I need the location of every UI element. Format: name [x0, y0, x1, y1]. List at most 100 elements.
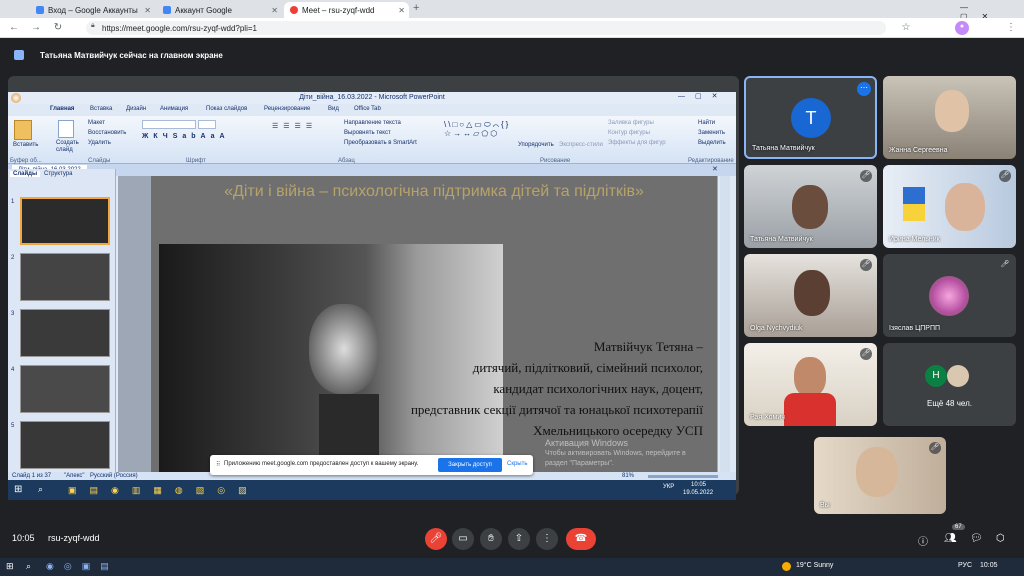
slide-canvas[interactable]: «Діти і війна – психологічна підтримка д… [151, 176, 717, 472]
avatar: T [791, 98, 831, 138]
ribbon-tab-animation[interactable]: Анимация [160, 106, 188, 112]
drag-handle-icon[interactable]: ⠿ [216, 461, 220, 468]
slide-number: 2 [11, 255, 15, 261]
new-tab-button[interactable]: + [413, 2, 419, 14]
info-icon[interactable]: ⓘ [918, 533, 928, 548]
close-icon[interactable]: ✕ [398, 6, 405, 15]
browser-tab[interactable]: Вход – Google Аккаунты ✕ [30, 2, 155, 18]
more-participants-tile[interactable]: Н Ещё 48 чел. [883, 343, 1016, 426]
weather-text[interactable]: 19°C Sunny [796, 562, 833, 569]
menu-icon[interactable]: ⋮ [1005, 22, 1017, 34]
ribbon-tab-slideshow[interactable]: Показ слайдов [206, 106, 247, 112]
forward-icon[interactable]: → [30, 22, 42, 34]
select-button[interactable]: Выделить [698, 140, 726, 146]
star-icon[interactable]: ☆ [900, 22, 912, 34]
smartart-button[interactable]: Преобразовать в SmartArt [344, 140, 417, 146]
ppt-window-controls[interactable]: —▢✕ [678, 92, 727, 100]
presenting-text: Татьяна Матвийчук сейчас на главном экра… [40, 50, 223, 60]
ribbon-tab-view[interactable]: Вид [328, 106, 339, 112]
ribbon-tab-home[interactable]: Главная [50, 106, 74, 112]
slide-thumbnail[interactable] [20, 309, 110, 357]
ppt-title: Діти_війна_16.03.2022 - Microsoft PowerP… [8, 92, 736, 104]
search-icon[interactable]: ⌕ [26, 561, 31, 572]
new-slide-icon[interactable] [58, 120, 74, 138]
font-format-buttons[interactable]: ЖКЧSabAaA [142, 133, 230, 140]
participant-name: Вы [820, 502, 830, 509]
pane-tab-outline[interactable]: Структура [44, 171, 72, 177]
text-direction-button[interactable]: Направление текста [344, 120, 401, 126]
chat-icon[interactable]: 💬︎ [970, 533, 983, 544]
raise-hand-button[interactable]: ✋︎ [480, 528, 502, 550]
shapes-gallery[interactable]: \\□○△▭⬭⌒{}☆→↔▱⬠⬡ [444, 120, 512, 148]
find-button[interactable]: Найти [698, 120, 715, 126]
layout-button[interactable]: Макет [88, 120, 105, 126]
slide-thumbnail[interactable] [20, 421, 110, 469]
camera-toggle-button[interactable]: ▭ [452, 528, 474, 550]
close-icon[interactable]: ✕ [712, 165, 718, 173]
more-options-icon[interactable]: ⋯ [857, 82, 871, 96]
slide-thumbnail[interactable] [20, 253, 110, 301]
zoom-level[interactable]: 81% [622, 473, 634, 479]
slide-thumbnail[interactable] [20, 365, 110, 413]
participant-tile[interactable]: T ⋯ Татьяна Матвийчук [744, 76, 877, 159]
slide-line: кандидат психологічних наук, доцент, [493, 381, 703, 396]
paragraph-buttons[interactable]: ☰☰☰☰ [272, 122, 317, 130]
delete-button[interactable]: Удалить [88, 140, 111, 146]
participant-tile[interactable]: 🎤︎ Ирина Мельник [883, 165, 1016, 248]
url-field[interactable]: 🔒︎ https://meet.google.com/rsu-zyqf-wdd?… [86, 21, 886, 35]
font-name-select[interactable] [142, 120, 196, 129]
more-options-button[interactable]: ⋮ [536, 528, 558, 550]
present-button[interactable]: ⇧ [508, 528, 530, 550]
mic-off-icon: 🎤︎ [860, 170, 872, 182]
ribbon-tab-design[interactable]: Дизайн [126, 106, 146, 112]
font-size-select[interactable] [198, 120, 216, 129]
activities-icon[interactable]: ⬡ [996, 533, 1005, 544]
reset-button[interactable]: Восстановить [88, 130, 126, 136]
taskbar-time: 10:05 [691, 482, 707, 488]
participant-tile[interactable]: 🎤︎ Рая Хомич [744, 343, 877, 426]
mic-toggle-button[interactable]: 🎤︎ [425, 528, 447, 550]
vertical-scrollbar[interactable] [720, 176, 730, 472]
ribbon-tab-officetab[interactable]: Office Tab [354, 106, 381, 112]
browser-tab[interactable]: Аккаунт Google ✕ [157, 2, 282, 18]
ribbon-tab-insert[interactable]: Вставка [90, 106, 112, 112]
taskbar-app-icons[interactable]: ▣▤◉▥▦◍▧◎▨ [68, 484, 308, 496]
shape-effects-button[interactable]: Эффекты для фигур [608, 140, 666, 146]
close-icon[interactable]: ✕ [271, 6, 278, 15]
office-button-icon[interactable] [11, 93, 21, 103]
windows-start-icon[interactable]: ⊞ [6, 561, 14, 572]
back-icon[interactable]: ← [8, 22, 20, 34]
close-icon[interactable]: ✕ [144, 6, 151, 15]
taskbar-app-icons[interactable]: ◉◎▣▤ [46, 561, 126, 573]
pane-tab-slides[interactable]: Слайды [10, 171, 41, 177]
quick-styles-button[interactable]: Экспресс-стили [559, 142, 603, 148]
hide-notice-button[interactable]: Скрыть [507, 461, 527, 467]
avatar [947, 365, 969, 387]
replace-button[interactable]: Заменить [698, 130, 725, 136]
people-icon[interactable]: 👥︎ [944, 533, 957, 544]
windows-start-icon[interactable]: ⊞ [14, 484, 22, 495]
new-slide-button[interactable]: Создать слайд [56, 140, 84, 154]
stop-sharing-button[interactable]: Закрыть доступ [438, 458, 502, 472]
shape-outline-button[interactable]: Контур фигуры [608, 130, 650, 136]
self-view-tile[interactable]: 🎤︎ Вы [814, 437, 946, 514]
participant-tile[interactable]: Жанна Сергеевна [883, 76, 1016, 159]
leave-call-button[interactable]: ☎︎ [566, 528, 596, 550]
participant-tile[interactable]: 🎤︎ Ізяслав ЦПРПП [883, 254, 1016, 337]
shape-fill-button[interactable]: Заливка фигуры [608, 120, 654, 126]
zoom-slider[interactable] [648, 475, 718, 478]
search-icon[interactable]: ⌕ [38, 484, 43, 495]
slide-thumbnail[interactable] [20, 197, 110, 245]
arrange-button[interactable]: Упорядочить [518, 142, 554, 148]
profile-avatar[interactable]: ● [955, 21, 969, 35]
paste-button[interactable]: Вставить [13, 142, 38, 148]
participant-tile[interactable]: 🎤︎ Татьяна Матвийчук [744, 165, 877, 248]
ribbon-tab-review[interactable]: Рецензирование [264, 106, 310, 112]
reload-icon[interactable]: ↻ [52, 22, 64, 34]
paste-icon[interactable] [14, 120, 32, 140]
slide-line: Хмельницького осередку УСП [533, 423, 703, 438]
browser-tab-active[interactable]: Meet – rsu-zyqf-wdd ✕ [284, 2, 409, 18]
input-language[interactable]: РУС [958, 562, 972, 569]
align-text-button[interactable]: Выровнять текст [344, 130, 391, 136]
participant-tile[interactable]: 🎤︎ Olga Nychvydiuk [744, 254, 877, 337]
